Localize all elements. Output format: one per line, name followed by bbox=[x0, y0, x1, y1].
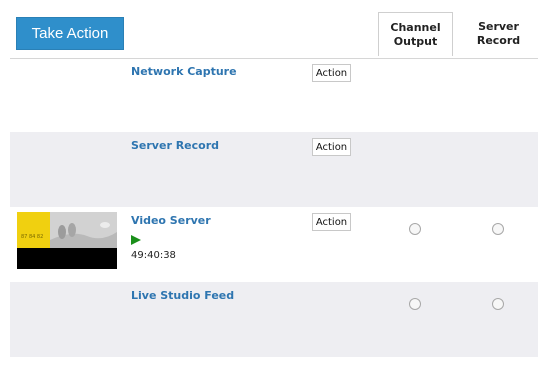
action-button-video-server[interactable]: Action bbox=[312, 213, 351, 231]
timecode: 49:40:38 bbox=[131, 250, 176, 261]
action-button-server-record[interactable]: Action bbox=[312, 138, 351, 156]
source-title-live-studio-feed[interactable]: Live Studio Feed bbox=[131, 289, 234, 302]
source-title-video-server[interactable]: Video Server bbox=[131, 214, 211, 227]
play-icon bbox=[131, 235, 141, 245]
action-button-network-capture[interactable]: Action bbox=[312, 64, 351, 82]
server-record-radio-live-studio-feed[interactable] bbox=[492, 298, 504, 310]
video-thumbnail[interactable]: 87 84 82 bbox=[17, 212, 117, 269]
channel-output-radio-live-studio-feed[interactable] bbox=[409, 298, 421, 310]
column-header-server-record: Server Record bbox=[476, 20, 521, 47]
thumbnail-text: 87 84 82 bbox=[21, 234, 43, 240]
source-row-live-studio-feed: Live Studio Feed bbox=[10, 282, 538, 357]
source-title-server-record[interactable]: Server Record bbox=[131, 139, 219, 152]
server-record-radio-video-server[interactable] bbox=[492, 223, 504, 235]
source-row-server-record: Server Record Action bbox=[10, 132, 538, 207]
source-row-video-server: 87 84 82 Video Server 49:40:38 Action bbox=[10, 207, 538, 282]
column-header-channel-output: Channel Output bbox=[378, 12, 453, 56]
take-action-button[interactable]: Take Action bbox=[16, 17, 124, 50]
channel-output-radio-video-server[interactable] bbox=[409, 223, 421, 235]
source-title-network-capture[interactable]: Network Capture bbox=[131, 65, 237, 78]
video-thumbnail-image: 87 84 82 bbox=[17, 212, 117, 269]
source-row-network-capture: Network Capture Action bbox=[10, 58, 538, 133]
